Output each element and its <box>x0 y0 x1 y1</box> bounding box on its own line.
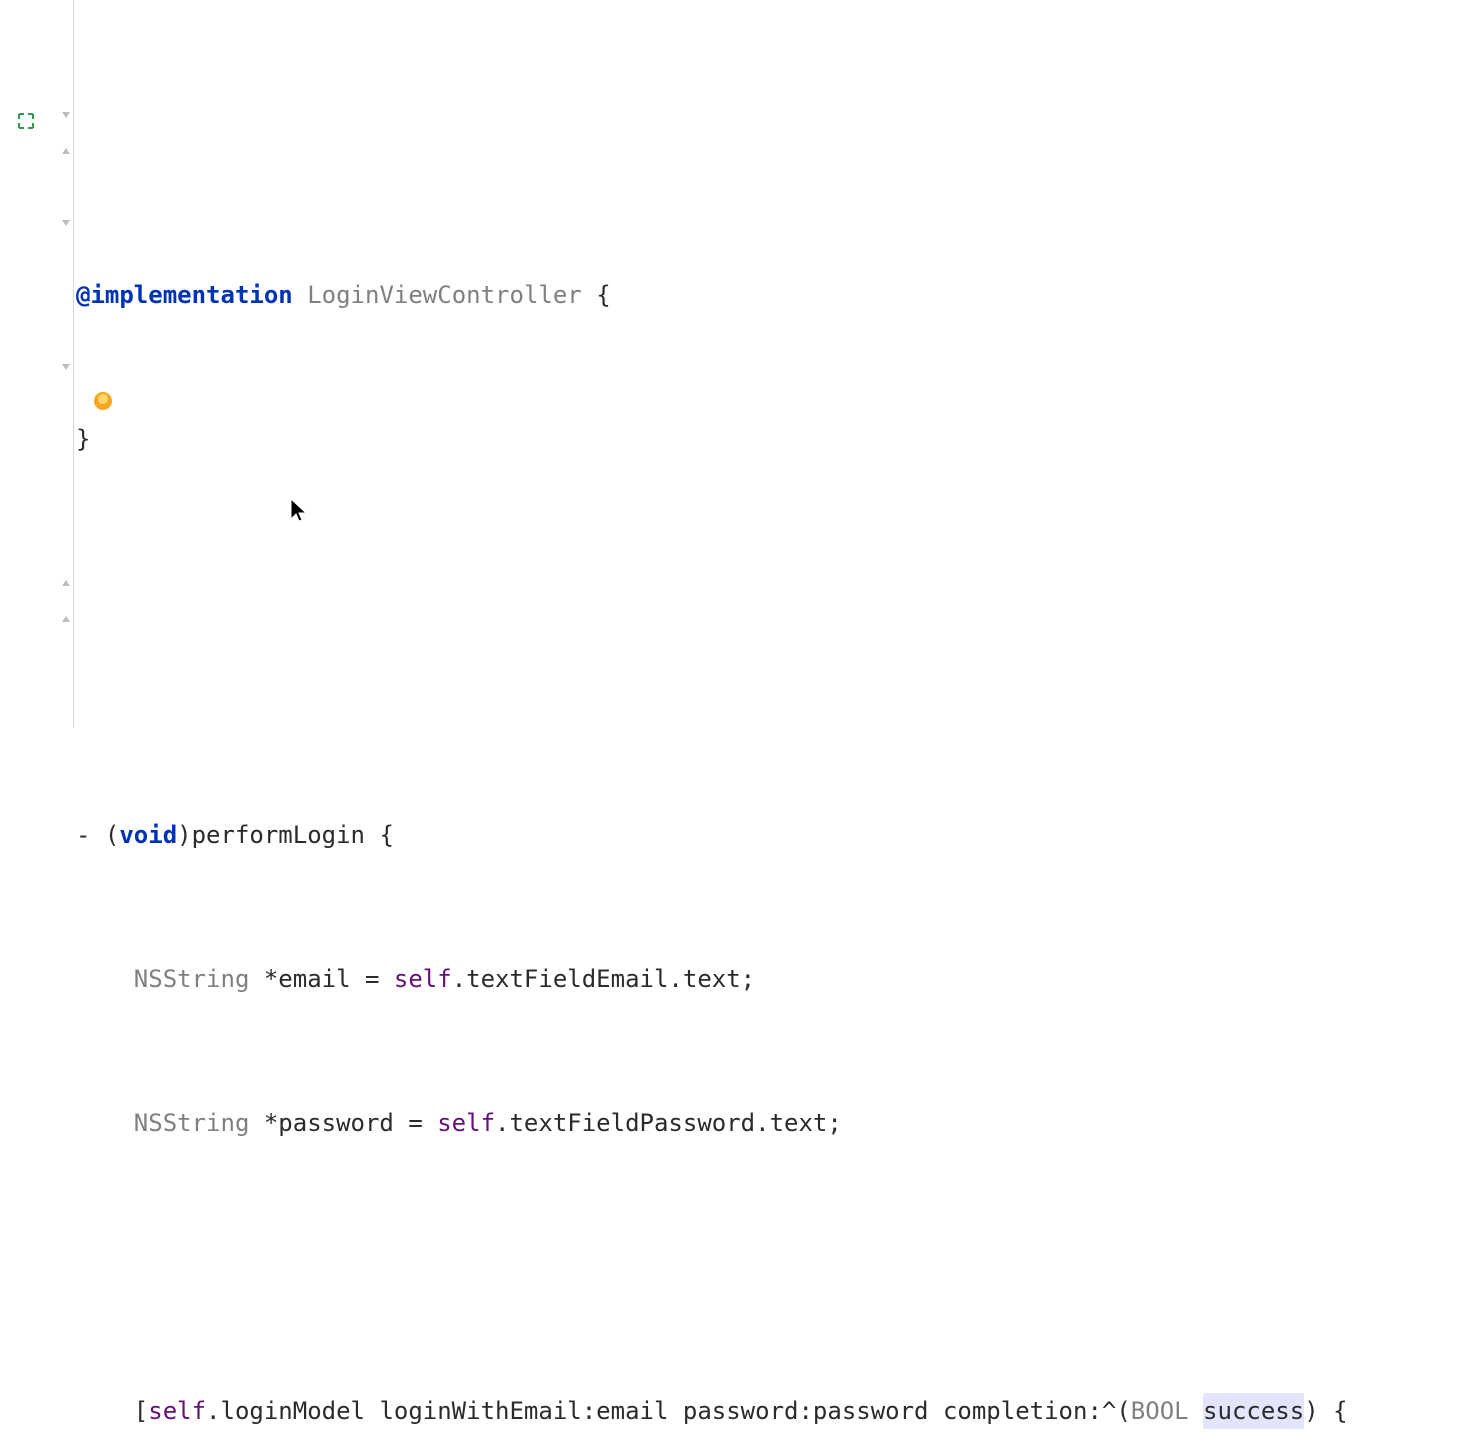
gutter <box>0 0 74 728</box>
self-keyword: self <box>148 1393 206 1429</box>
gutter-inspection[interactable] <box>0 97 74 133</box>
fold-end-marker[interactable] <box>0 565 74 601</box>
fold-end-icon <box>60 577 72 589</box>
code-line-empty <box>76 565 1476 601</box>
code-line: - ( void ) performLogin { <box>76 817 1476 853</box>
code-line-empty <box>76 1249 1476 1285</box>
code-line <box>76 72 1476 169</box>
fold-toggle-icon <box>60 217 72 229</box>
self-keyword: self <box>394 961 452 997</box>
fold-end-icon <box>60 145 72 157</box>
keyword: void <box>119 817 177 853</box>
fold-end-icon <box>60 613 72 625</box>
inspection-icon <box>16 105 36 125</box>
brace: { <box>379 817 393 853</box>
text: *password = <box>249 1105 437 1141</box>
code-line-empty <box>76 673 1476 709</box>
indent <box>76 1105 134 1141</box>
paren: ( <box>105 817 119 853</box>
bracket: [ <box>134 1393 148 1429</box>
fold-toggle[interactable] <box>0 349 74 385</box>
indent <box>76 1393 134 1429</box>
code-area[interactable]: @implementation LoginViewController { } … <box>74 0 1476 728</box>
type-name: BOOL <box>1131 1393 1189 1429</box>
class-name: LoginViewController <box>293 277 596 313</box>
type-name: NSString <box>134 1105 250 1141</box>
text: .textFieldPassword.text; <box>495 1105 842 1141</box>
fold-end-marker[interactable] <box>0 601 74 637</box>
code-line: @implementation LoginViewController { <box>76 277 1476 313</box>
code-line: } <box>76 421 1476 457</box>
fold-toggle-icon <box>60 361 72 373</box>
indent <box>76 961 134 997</box>
fold-toggle-icon[interactable] <box>60 109 72 121</box>
space <box>1189 1393 1203 1429</box>
code-line: NSString *email = self .textFieldEmail.t… <box>76 961 1476 997</box>
code-editor[interactable]: @implementation LoginViewController { } … <box>0 0 1476 728</box>
paren: ) <box>177 817 191 853</box>
self-keyword: self <box>437 1105 495 1141</box>
identifier-occurrence: success <box>1203 1393 1304 1429</box>
brace: { <box>596 277 610 313</box>
type-name: NSString <box>134 961 250 997</box>
text: ) { <box>1304 1393 1347 1429</box>
brace: } <box>76 421 90 457</box>
text: *email = <box>249 961 394 997</box>
keyword: @implementation <box>76 277 293 313</box>
fold-end-marker[interactable] <box>0 133 74 169</box>
method-name: performLogin <box>192 817 380 853</box>
text: .textFieldEmail.text; <box>452 961 755 997</box>
text: .loginModel loginWithEmail:email passwor… <box>206 1393 1131 1429</box>
code-line: [ self .loginModel loginWithEmail:email … <box>76 1393 1476 1429</box>
code-line: NSString *password = self .textFieldPass… <box>76 1105 1476 1141</box>
fold-toggle[interactable] <box>0 205 74 241</box>
dash: - <box>76 817 105 853</box>
